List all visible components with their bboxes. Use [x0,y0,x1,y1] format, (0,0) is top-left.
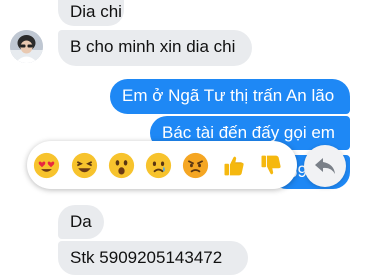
avatar[interactable] [10,30,43,63]
message-text: Em ở Ngã Tư thị trấn An lão [122,86,335,105]
angry-icon[interactable] [182,152,209,179]
surprised-icon[interactable] [108,152,135,179]
laughing-icon[interactable] [71,152,98,179]
reply-button[interactable] [304,145,346,187]
reaction-picker [27,141,297,189]
reply-arrow-icon [315,158,335,174]
thumbs-up-icon[interactable] [220,152,247,179]
message-incoming-account[interactable]: Stk 5909205143472 [58,241,248,275]
message-text: Stk 5909205143472 [70,248,223,267]
message-text: Dia chi [70,2,122,21]
message-incoming-address[interactable]: Dia chi [58,0,124,26]
message-incoming-request[interactable]: B cho minh xin dia chi [58,30,252,66]
message-text: Da [70,212,92,231]
heart-eyes-icon[interactable] [33,152,60,179]
message-text: Bác tài đến đấy gọi em [162,123,335,142]
message-outgoing-location[interactable]: Em ở Ngã Tư thị trấn An lão [110,79,350,114]
message-text: B cho minh xin dia chi [70,37,236,56]
message-incoming-ack[interactable]: Da [58,205,104,239]
thumbs-down-icon[interactable] [257,152,284,179]
sad-tear-icon[interactable] [145,152,172,179]
